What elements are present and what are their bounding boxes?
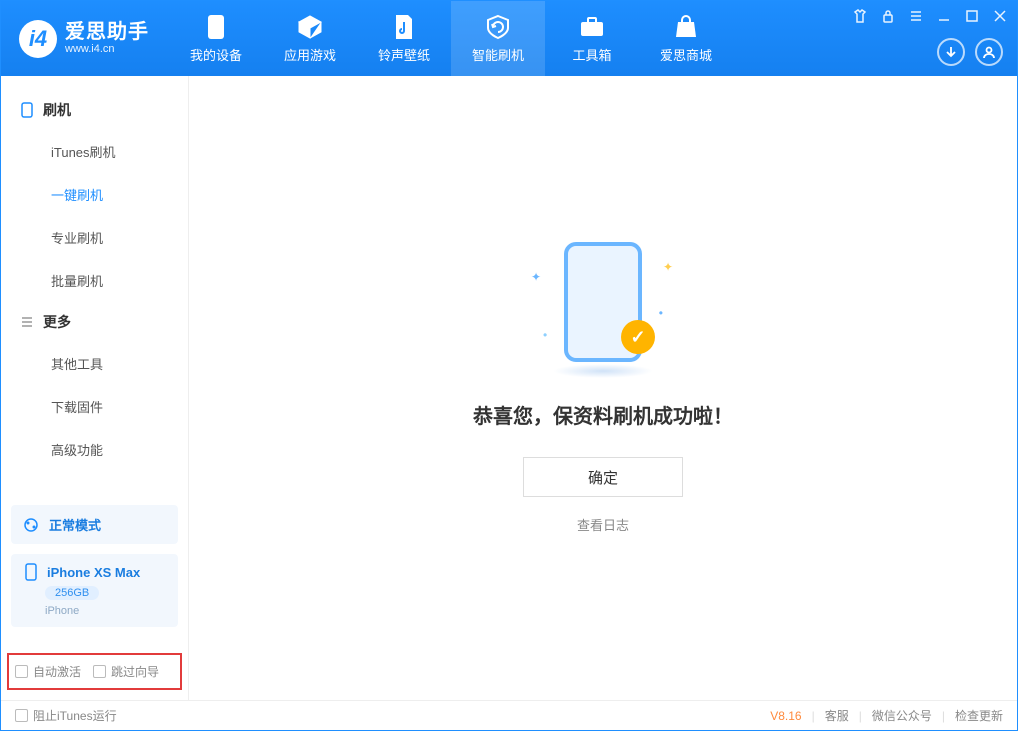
footer-link-service[interactable]: 客服 <box>825 707 849 724</box>
title-bar: i4 爱思助手 www.i4.cn 我的设备 应用游戏 铃声壁纸 智能刷机 工具… <box>1 1 1017 76</box>
checkbox-auto-activate[interactable]: 自动激活 <box>15 663 81 680</box>
sidebar-item-batch-flash[interactable]: 批量刷机 <box>1 259 188 302</box>
sidebar-group-flash: 刷机 <box>1 90 188 130</box>
sparkle-icon: • <box>543 328 547 342</box>
toolbox-icon <box>578 13 606 41</box>
app-subtitle: www.i4.cn <box>65 43 149 55</box>
checkbox-block-itunes[interactable]: 阻止iTunes运行 <box>15 707 117 724</box>
checkbox-icon <box>93 665 106 678</box>
user-button[interactable] <box>975 38 1003 66</box>
main-nav: 我的设备 应用游戏 铃声壁纸 智能刷机 工具箱 爱思商城 <box>169 1 733 76</box>
window-controls <box>851 7 1009 25</box>
success-illustration: ✓ ✦ ✦ • • <box>523 242 683 372</box>
sidebar-item-pro-flash[interactable]: 专业刷机 <box>1 216 188 259</box>
checkbox-icon <box>15 665 28 678</box>
checkbox-icon <box>15 709 28 722</box>
sidebar-item-oneclick-flash[interactable]: 一键刷机 <box>1 173 188 216</box>
sidebar-item-other-tools[interactable]: 其他工具 <box>1 342 188 385</box>
menu-icon[interactable] <box>907 7 925 25</box>
device-name: iPhone XS Max <box>47 565 140 580</box>
sidebar-group-more: 更多 <box>1 302 188 342</box>
footer-link-wechat[interactable]: 微信公众号 <box>872 707 932 724</box>
device-card[interactable]: iPhone XS Max 256GB iPhone <box>11 554 178 627</box>
footer-link-update[interactable]: 检查更新 <box>955 707 1003 724</box>
checkbox-skip-guide[interactable]: 跳过向导 <box>93 663 159 680</box>
phone-icon <box>202 13 230 41</box>
music-file-icon <box>390 13 418 41</box>
refresh-shield-icon <box>484 13 512 41</box>
sidebar-item-advanced[interactable]: 高级功能 <box>1 428 188 471</box>
phone-icon <box>23 564 39 580</box>
app-title: 爱思助手 <box>65 21 149 43</box>
mode-label: 正常模式 <box>49 515 101 534</box>
lock-icon[interactable] <box>879 7 897 25</box>
sidebar-item-download-firmware[interactable]: 下载固件 <box>1 385 188 428</box>
shirt-icon[interactable] <box>851 7 869 25</box>
cube-icon <box>296 13 324 41</box>
confirm-button[interactable]: 确定 <box>523 457 683 497</box>
nav-ringtone-wallpaper[interactable]: 铃声壁纸 <box>357 1 451 76</box>
download-button[interactable] <box>937 38 965 66</box>
nav-my-device[interactable]: 我的设备 <box>169 1 263 76</box>
device-mode-card[interactable]: 正常模式 <box>11 505 178 544</box>
status-bar: 阻止iTunes运行 V8.16 | 客服 | 微信公众号 | 检查更新 <box>1 700 1017 730</box>
main-content: ✓ ✦ ✦ • • 恭喜您，保资料刷机成功啦！ 确定 查看日志 <box>189 76 1017 700</box>
nav-apps-games[interactable]: 应用游戏 <box>263 1 357 76</box>
maximize-button[interactable] <box>963 7 981 25</box>
sidebar: 刷机 iTunes刷机 一键刷机 专业刷机 批量刷机 更多 其他工具 下载固件 … <box>1 76 189 700</box>
sparkle-icon: ✦ <box>531 270 541 284</box>
sparkle-icon: ✦ <box>663 260 673 274</box>
nav-store[interactable]: 爱思商城 <box>639 1 733 76</box>
logo-icon: i4 <box>19 20 57 58</box>
check-badge-icon: ✓ <box>621 320 655 354</box>
sidebar-item-itunes-flash[interactable]: iTunes刷机 <box>1 130 188 173</box>
device-storage: 256GB <box>45 586 99 600</box>
header-right <box>937 38 1003 66</box>
view-log-link[interactable]: 查看日志 <box>577 515 629 534</box>
bag-icon <box>672 13 700 41</box>
nav-smart-flash[interactable]: 智能刷机 <box>451 1 545 76</box>
minimize-button[interactable] <box>935 7 953 25</box>
nav-toolbox[interactable]: 工具箱 <box>545 1 639 76</box>
sparkle-icon: • <box>659 306 663 320</box>
app-logo: i4 爱思助手 www.i4.cn <box>1 20 169 58</box>
close-button[interactable] <box>991 7 1009 25</box>
success-title: 恭喜您，保资料刷机成功啦！ <box>473 400 733 429</box>
version-label: V8.16 <box>770 709 801 723</box>
device-type: iPhone <box>45 605 166 617</box>
highlighted-options-box: 自动激活 跳过向导 <box>7 653 182 690</box>
sync-icon <box>23 517 39 533</box>
device-icon <box>19 102 35 118</box>
list-icon <box>19 314 35 330</box>
